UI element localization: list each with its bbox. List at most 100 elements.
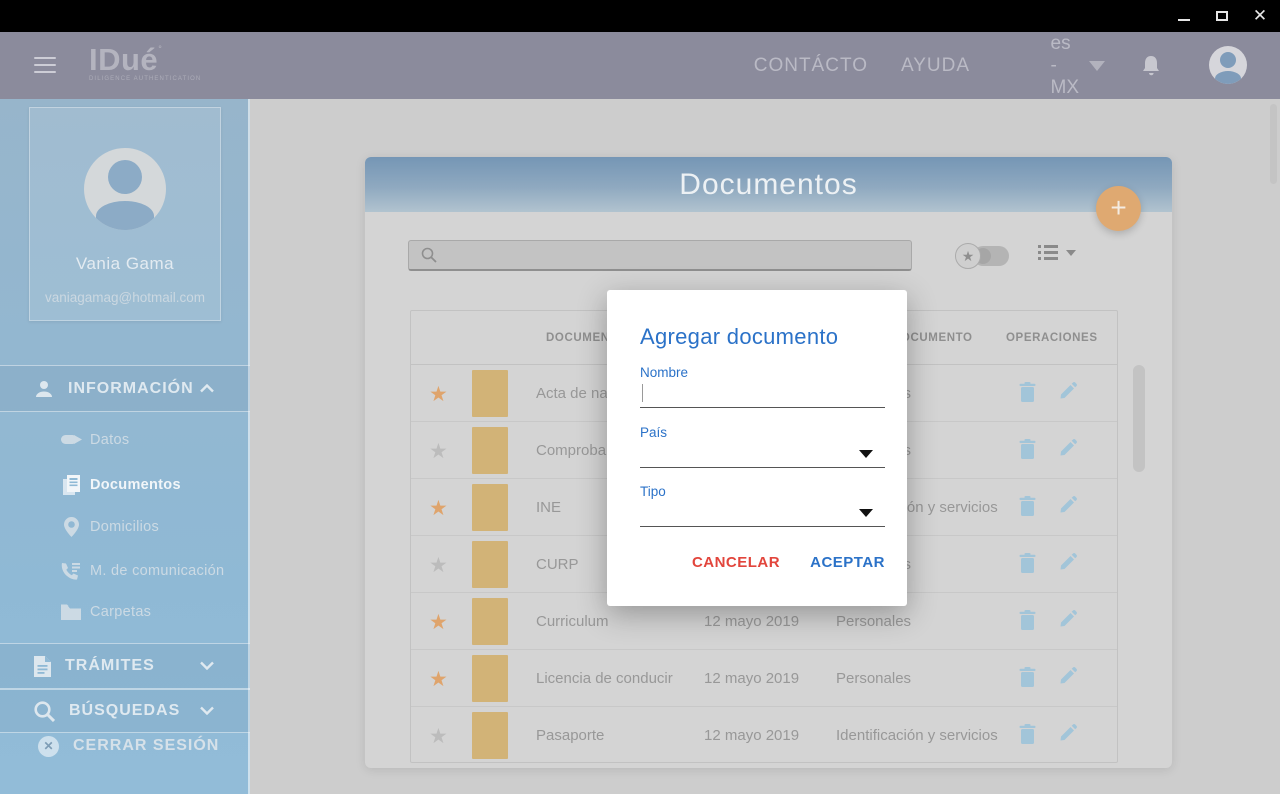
document-thumbnail[interactable] [472, 370, 508, 417]
logout-button[interactable]: ✕ CERRAR SESIÓN [0, 733, 250, 759]
star-icon[interactable]: ★ [429, 667, 451, 692]
document-date: 12 mayo 2019 [704, 613, 799, 630]
logo-text: IDué [89, 42, 158, 77]
tipo-label: Tipo [640, 484, 885, 499]
document-type: Personales [836, 613, 911, 630]
delete-icon[interactable] [1019, 724, 1036, 744]
delete-icon[interactable] [1019, 439, 1036, 459]
sidebar-item-label: Carpetas [90, 604, 151, 620]
sidebar-item-documentos[interactable]: Documentos [0, 465, 250, 505]
table-row: ★ Pasaporte 12 mayo 2019 Identificación … [411, 707, 1117, 764]
close-icon[interactable]: ✕ [1252, 8, 1268, 24]
chevron-down-icon [1089, 61, 1105, 71]
user-name: Vania Gama [30, 254, 220, 274]
logo-registered-mark: ° [158, 44, 162, 54]
nav-contacto[interactable]: CONTÁCTO [754, 55, 868, 77]
maximize-icon[interactable] [1214, 8, 1230, 24]
page-scrollbar[interactable] [1270, 104, 1277, 184]
nombre-input[interactable] [640, 380, 885, 408]
sidebar-item-comunicacion[interactable]: M. de comunicación [0, 551, 250, 591]
folder-icon [60, 604, 82, 620]
favorites-filter-toggle[interactable]: ★ [955, 243, 1011, 269]
document-thumbnail[interactable] [472, 712, 508, 759]
document-type: Personales [836, 670, 911, 687]
sidebar-user-card: Vania Gama vaniagamag@hotmail.com [29, 107, 221, 321]
document-thumbnail[interactable] [472, 598, 508, 645]
sidebar: Vania Gama vaniagamag@hotmail.com INFORM… [0, 99, 250, 794]
dropdown-arrow-icon [859, 450, 873, 458]
chevron-down-icon [1066, 250, 1076, 256]
document-thumbnail[interactable] [472, 427, 508, 474]
document-thumbnail[interactable] [472, 541, 508, 588]
table-row: ★ Licencia de conducir 12 mayo 2019 Pers… [411, 650, 1117, 707]
edit-icon[interactable] [1058, 496, 1077, 516]
accept-button[interactable]: ACEPTAR [808, 548, 887, 577]
language-selector[interactable]: es - MX [1051, 33, 1106, 99]
delete-icon[interactable] [1019, 496, 1036, 516]
minimize-icon[interactable] [1176, 8, 1192, 24]
column-header-operations: OPERACIONES [1006, 332, 1098, 344]
add-document-fab[interactable]: + [1096, 186, 1141, 231]
search-icon [421, 247, 437, 263]
star-icon[interactable]: ★ [429, 496, 451, 521]
logo-subtitle: DILIGENCE AUTHENTICATION [89, 76, 201, 82]
view-mode-selector[interactable] [1038, 245, 1076, 260]
text-caret [642, 384, 643, 402]
nav-ayuda[interactable]: AYUDA [901, 55, 970, 77]
delete-icon[interactable] [1019, 553, 1036, 573]
tipo-select[interactable] [640, 499, 885, 527]
sidebar-section-tramites[interactable]: TRÁMITES [0, 643, 250, 689]
notifications-bell-icon[interactable] [1140, 54, 1162, 83]
user-avatar[interactable] [1209, 46, 1247, 84]
cancel-button[interactable]: CANCELAR [690, 548, 782, 577]
sidebar-section-busquedas[interactable]: BÚSQUEDAS [0, 689, 250, 733]
document-name: Pasaporte [536, 727, 701, 744]
document-type: Identificación y servicios [836, 727, 998, 744]
person-icon [34, 379, 54, 399]
pais-select[interactable] [640, 440, 885, 468]
sidebar-item-carpetas[interactable]: Carpetas [0, 592, 250, 632]
delete-icon[interactable] [1019, 610, 1036, 630]
hamburger-menu-icon[interactable] [34, 57, 56, 73]
edit-icon[interactable] [1058, 553, 1077, 573]
plus-icon: + [1110, 194, 1126, 222]
edit-icon[interactable] [1058, 382, 1077, 402]
star-icon[interactable]: ★ [429, 610, 451, 635]
edit-icon[interactable] [1058, 724, 1077, 744]
sidebar-item-domicilios[interactable]: Domicilios [0, 507, 250, 547]
document-thumbnail[interactable] [472, 484, 508, 531]
sidebar-section-label: TRÁMITES [65, 657, 155, 675]
document-name: Licencia de conducir [536, 670, 701, 687]
page-title: Documentos [365, 157, 1172, 212]
modal-title: Agregar documento [640, 324, 838, 350]
delete-icon[interactable] [1019, 382, 1036, 402]
search-input[interactable] [437, 247, 911, 263]
list-view-icon [1038, 245, 1058, 260]
close-circle-icon: ✕ [38, 736, 59, 757]
sidebar-item-label: M. de comunicación [90, 563, 224, 579]
sidebar-item-datos[interactable]: Datos [0, 420, 250, 460]
document-thumbnail[interactable] [472, 655, 508, 702]
star-icon[interactable]: ★ [429, 439, 451, 464]
table-scrollbar[interactable] [1133, 365, 1145, 472]
sidebar-avatar [84, 148, 166, 230]
chevron-down-icon [200, 657, 214, 675]
logout-label: CERRAR SESIÓN [73, 737, 219, 755]
edit-icon[interactable] [1058, 439, 1077, 459]
sidebar-item-label: Datos [90, 432, 129, 448]
star-icon[interactable]: ★ [429, 382, 451, 407]
sidebar-item-label: Documentos [90, 477, 181, 493]
edit-icon[interactable] [1058, 610, 1077, 630]
document-date: 12 mayo 2019 [704, 727, 799, 744]
sidebar-section-informacion[interactable]: INFORMACIÓN [0, 365, 250, 412]
search-box[interactable] [408, 240, 912, 271]
edit-icon[interactable] [1058, 667, 1077, 687]
star-icon[interactable]: ★ [429, 724, 451, 749]
star-icon[interactable]: ★ [429, 553, 451, 578]
delete-icon[interactable] [1019, 667, 1036, 687]
documents-icon [60, 475, 82, 496]
document-date: 12 mayo 2019 [704, 670, 799, 687]
document-name: Curriculum [536, 613, 701, 630]
pais-label: País [640, 425, 885, 440]
app-header: IDué° DILIGENCE AUTHENTICATION CONTÁCTO … [0, 32, 1280, 99]
